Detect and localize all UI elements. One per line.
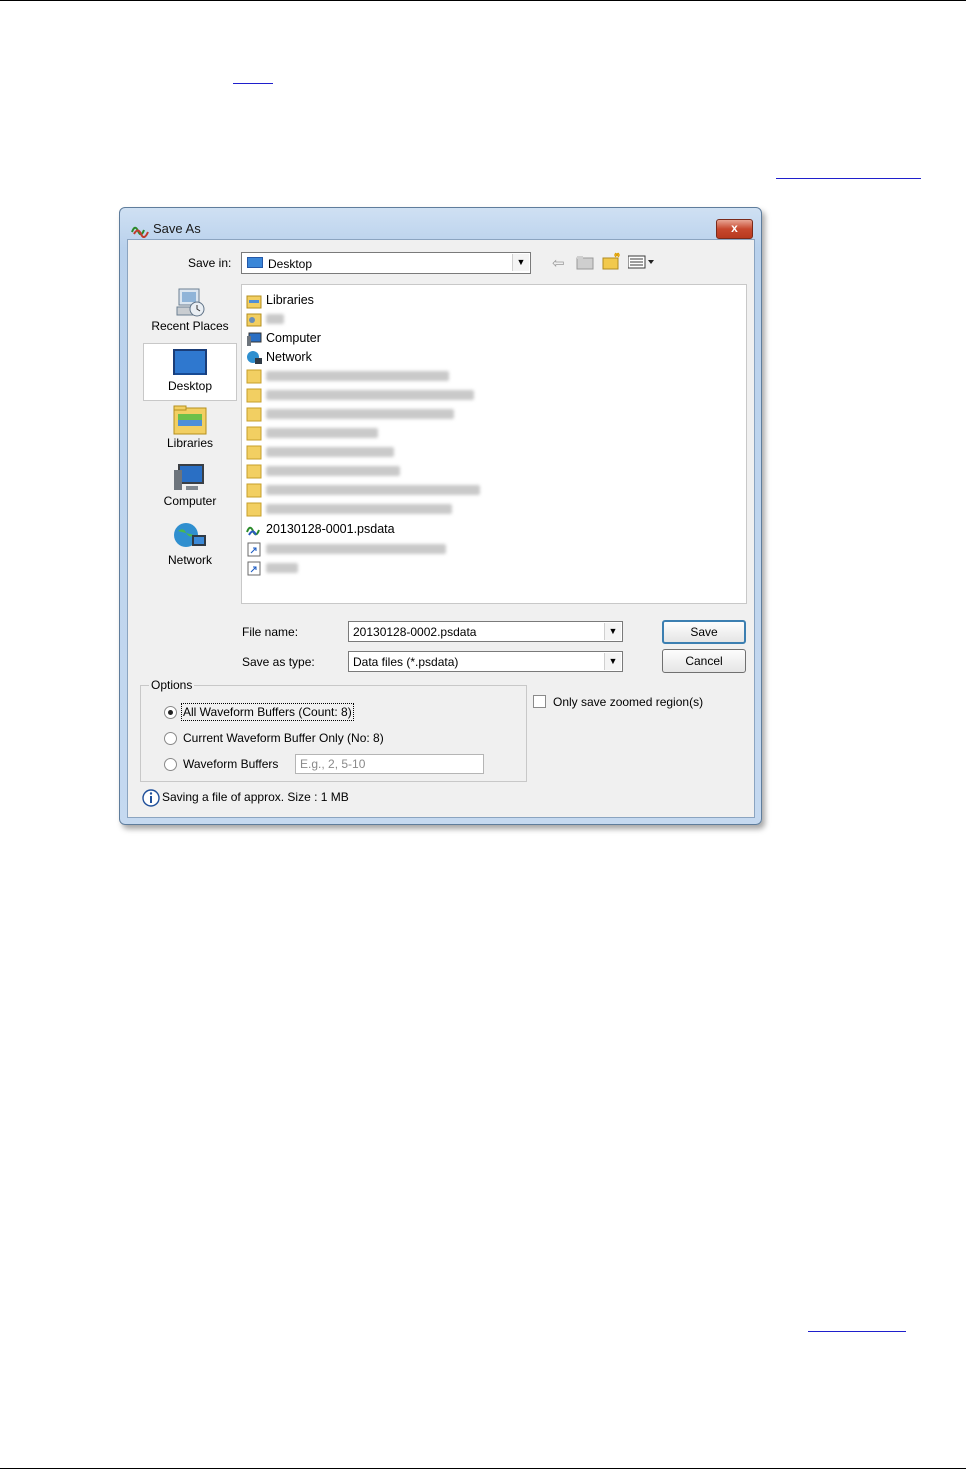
blurred-filename — [266, 409, 454, 419]
computer-icon — [247, 332, 262, 346]
back-arrow-icon[interactable]: ⇦ — [552, 254, 565, 272]
zoomed-region-label[interactable]: Only save zoomed region(s) — [553, 695, 703, 709]
save-in-dropdown[interactable]: Desktop ▼ — [241, 252, 531, 274]
folder-icon — [246, 502, 262, 517]
computer-icon — [174, 464, 204, 490]
place-libraries[interactable]: Libraries — [143, 401, 237, 459]
view-menu-icon[interactable] — [628, 255, 656, 269]
libraries-icon — [246, 295, 262, 309]
blurred-filename — [266, 485, 480, 495]
info-icon — [142, 789, 160, 807]
blurred-filename — [266, 447, 394, 457]
buffers-range-input[interactable]: E.g., 2, 5-10 — [295, 754, 484, 774]
chevron-down-icon[interactable]: ▼ — [604, 623, 621, 640]
status-text: Saving a file of approx. Size : 1 MB — [162, 790, 349, 804]
cancel-button[interactable]: Cancel — [662, 649, 746, 673]
shortcut-icon — [247, 561, 261, 576]
place-network[interactable]: Network — [143, 518, 237, 576]
file-name: Network — [266, 350, 312, 364]
page-link-2[interactable] — [776, 178, 921, 179]
save-button[interactable]: Save — [662, 620, 746, 644]
place-label: Computer — [163, 494, 217, 508]
file-name: 20130128-0001.psdata — [266, 522, 395, 536]
blurred-filename — [266, 466, 400, 476]
up-folder-icon[interactable] — [576, 255, 594, 270]
save-as-type-label: Save as type: — [242, 655, 315, 669]
place-desktop[interactable]: Desktop — [143, 343, 237, 401]
radio-all-buffers[interactable] — [164, 706, 177, 719]
save-as-type-dropdown[interactable]: Data files (*.psdata) ▼ — [348, 651, 623, 672]
app-waveform-icon — [131, 226, 149, 238]
network-icon — [247, 351, 262, 364]
chevron-down-icon[interactable]: ▼ — [512, 254, 529, 271]
page-link-3[interactable] — [808, 1331, 906, 1332]
folder-icon — [246, 369, 262, 384]
dialog-client-area: Save in: Desktop ▼ ⇦ Recent Places Deskt… — [127, 239, 755, 818]
waveform-buffers-label[interactable]: Waveform Buffers — [183, 757, 278, 771]
place-label: Network — [167, 553, 212, 567]
place-label: Recent Places — [151, 319, 229, 333]
folder-icon — [246, 426, 262, 441]
network-icon — [174, 523, 206, 547]
blurred-filename — [266, 504, 452, 514]
options-groupbox: Options All Waveform Buffers (Count: 8) … — [140, 678, 527, 782]
folder-icon — [246, 445, 262, 460]
place-computer[interactable]: Computer — [143, 459, 237, 517]
folder-icon — [246, 483, 262, 498]
file-name: Libraries — [266, 293, 314, 307]
file-name-input[interactable]: 20130128-0002.psdata ▼ — [348, 621, 623, 642]
save-in-value: Desktop — [268, 257, 313, 271]
save-in-label: Save in: — [188, 256, 232, 270]
options-legend: Options — [149, 678, 195, 692]
new-folder-icon[interactable] — [602, 252, 622, 270]
zoomed-region-checkbox[interactable] — [533, 695, 546, 708]
desktop-icon — [173, 349, 207, 375]
all-buffers-label[interactable]: All Waveform Buffers (Count: 8) — [181, 703, 354, 721]
current-buffer-label[interactable]: Current Waveform Buffer Only (No: 8) — [183, 731, 384, 745]
blurred-filename — [266, 563, 298, 573]
buffers-range-placeholder: E.g., 2, 5-10 — [300, 757, 366, 771]
folder-icon — [246, 407, 262, 422]
dialog-title: Save As — [153, 221, 201, 236]
chevron-down-icon[interactable]: ▼ — [604, 653, 621, 670]
desktop-icon — [247, 257, 263, 268]
folder-icon — [246, 464, 262, 479]
page-top-rule — [0, 0, 966, 1]
file-name-label: File name: — [242, 625, 299, 639]
file-name-value: 20130128-0002.psdata — [353, 625, 477, 639]
radio-current-buffer[interactable] — [164, 732, 177, 745]
libraries-icon — [173, 405, 207, 435]
blurred-filename — [266, 390, 474, 400]
file-list: Libraries Computer Network 20130128-0001… — [241, 284, 747, 604]
file-name: Computer — [266, 331, 321, 345]
waveform-file-icon — [246, 526, 260, 536]
blurred-filename — [266, 428, 378, 438]
page-bottom-rule — [0, 1468, 966, 1469]
blurred-filename — [266, 544, 446, 554]
save-as-dialog: Save As x Save in: Desktop ▼ ⇦ Recent Pl… — [119, 207, 762, 825]
page-link-1[interactable] — [233, 83, 273, 84]
close-button[interactable]: x — [716, 219, 753, 239]
recent-places-icon — [176, 288, 205, 317]
blurred-filename — [266, 371, 449, 381]
user-folder-icon — [246, 313, 262, 327]
blurred-filename — [266, 314, 284, 324]
place-label: Libraries — [166, 436, 214, 450]
save-as-type-value: Data files (*.psdata) — [353, 655, 459, 669]
radio-waveform-buffers[interactable] — [164, 758, 177, 771]
folder-icon — [246, 388, 262, 403]
shortcut-icon — [247, 542, 261, 557]
place-label: Desktop — [167, 379, 213, 393]
place-recent-places[interactable]: Recent Places — [143, 284, 237, 342]
